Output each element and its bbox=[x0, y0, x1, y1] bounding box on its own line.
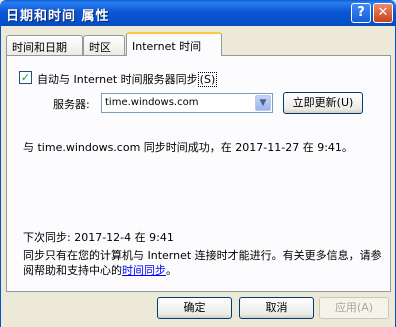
title-bar: 日期和时间 属性 ? ✕ bbox=[0, 0, 396, 26]
info-body: 同步只有在您的计算机与 Internet 连接时才能进行。有关更多信息，请参阅帮… bbox=[23, 249, 382, 277]
apply-hotkey: (A) bbox=[356, 301, 374, 314]
update-now-button[interactable]: 立即更新(U) bbox=[283, 92, 363, 114]
server-select[interactable]: time.windows.com ▼ bbox=[101, 93, 273, 113]
server-value: time.windows.com bbox=[105, 97, 199, 108]
close-button[interactable]: ✕ bbox=[373, 3, 393, 23]
cancel-button[interactable]: 取消 bbox=[239, 297, 314, 319]
auto-sync-checkbox[interactable]: ✓ bbox=[19, 71, 32, 84]
tab-time-and-date[interactable]: 时间和日期 bbox=[6, 35, 83, 55]
chevron-down-icon[interactable]: ▼ bbox=[255, 95, 271, 111]
tab-time-zone[interactable]: 时区 bbox=[83, 35, 125, 55]
auto-sync-hotkey: (S) bbox=[197, 72, 218, 87]
update-now-hotkey: (U) bbox=[336, 96, 354, 109]
checkmark-icon: ✓ bbox=[20, 71, 31, 84]
apply-button[interactable]: 应用(A) bbox=[319, 297, 389, 319]
auto-sync-text: 自动与 Internet 时间服务器同步 bbox=[37, 73, 198, 86]
update-now-label: 立即更新 bbox=[292, 96, 337, 109]
tab-internet-time[interactable]: Internet 时间 bbox=[126, 32, 222, 56]
apply-label: 应用 bbox=[334, 301, 357, 314]
ok-button[interactable]: 确定 bbox=[157, 297, 232, 319]
time-sync-link[interactable]: 时间同步 bbox=[122, 264, 166, 277]
info-text: 同步只有在您的计算机与 Internet 连接时才能进行。有关更多信息，请参阅帮… bbox=[23, 248, 383, 278]
sync-status: 与 time.windows.com 同步时间成功，在 2017-11-27 在… bbox=[23, 141, 353, 154]
server-label: 服务器: bbox=[53, 98, 90, 111]
info-end: 。 bbox=[166, 264, 177, 277]
help-button[interactable]: ? bbox=[351, 3, 371, 23]
next-sync-text: 下次同步: 2017-12-4 在 9:41 bbox=[23, 231, 174, 244]
dialog-body: 时间和日期 时区 Internet 时间 ✓ 自动与 Internet 时间服务… bbox=[0, 26, 396, 327]
window-title: 日期和时间 属性 bbox=[6, 9, 110, 24]
auto-sync-label[interactable]: 自动与 Internet 时间服务器同步 (S) bbox=[37, 71, 218, 87]
